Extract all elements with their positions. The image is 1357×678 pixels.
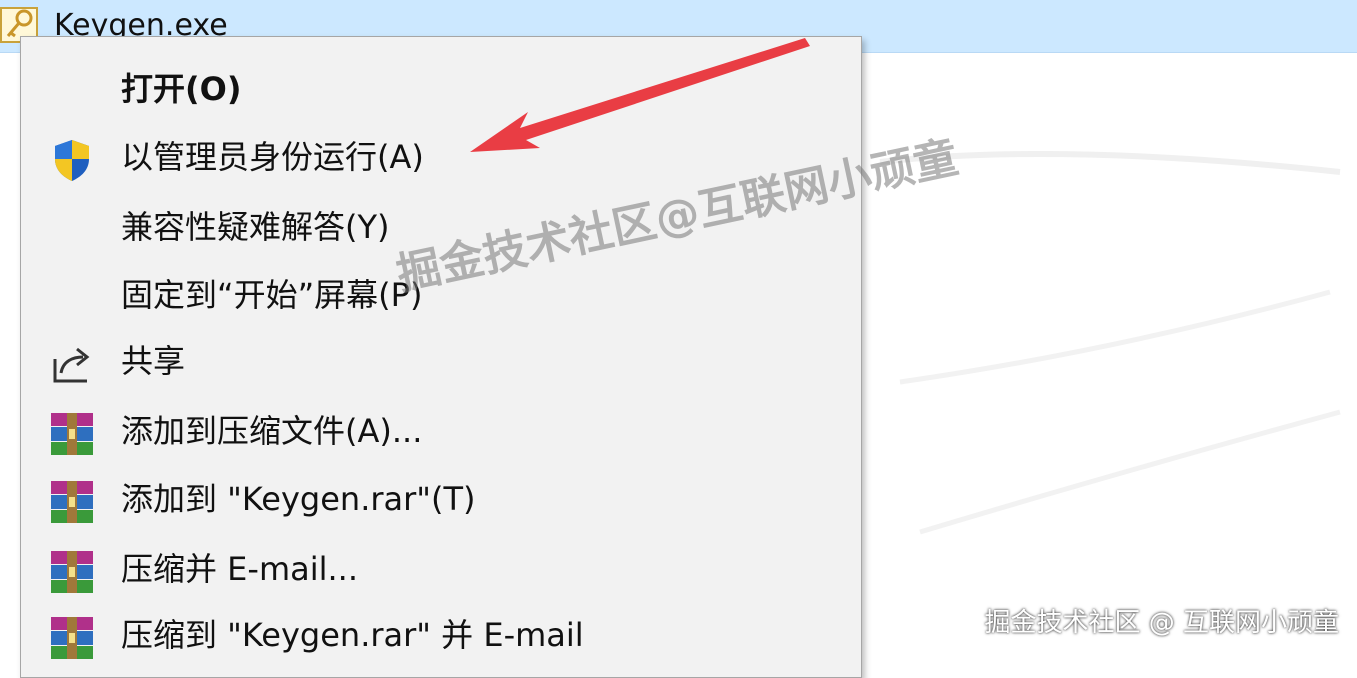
menu-item-label: 压缩到 "Keygen.rar" 并 E-mail xyxy=(121,616,584,654)
menu-item-label: 以管理员身份运行(A) xyxy=(121,138,424,176)
context-menu: 打开(O) 以管理员身份运行(A) 兼容性疑难解答(Y) 固定到“开始”屏幕(P… xyxy=(20,36,862,678)
share-icon xyxy=(53,347,90,383)
menu-item-label: 兼容性疑难解答(Y) xyxy=(121,208,390,246)
menu-item-label: 打开(O) xyxy=(121,70,242,108)
winrar-icon xyxy=(51,551,93,593)
menu-item-label: 压缩并 E-mail... xyxy=(121,550,359,588)
menu-item-compress-to-keygen-rar-and-email[interactable]: 压缩到 "Keygen.rar" 并 E-mail xyxy=(21,603,861,667)
menu-item-label: 添加到压缩文件(A)... xyxy=(121,412,423,450)
menu-item-open[interactable]: 打开(O) xyxy=(21,57,861,121)
menu-item-label: 共享 xyxy=(121,342,186,380)
menu-item-share[interactable]: 共享 xyxy=(21,329,861,393)
corner-watermark: 掘金技术社区 @ 互联网小顽童 xyxy=(984,608,1339,638)
menu-item-add-to-archive[interactable]: 添加到压缩文件(A)... xyxy=(21,399,861,463)
menu-item-add-to-keygen-rar[interactable]: 添加到 "Keygen.rar"(T) xyxy=(21,467,861,531)
winrar-icon xyxy=(51,481,93,523)
menu-item-label: 固定到“开始”屏幕(P) xyxy=(121,276,423,314)
winrar-icon xyxy=(51,413,93,455)
winrar-icon xyxy=(51,617,93,659)
menu-item-label: 添加到 "Keygen.rar"(T) xyxy=(121,480,476,518)
uac-shield-icon xyxy=(55,140,89,181)
menu-item-compress-and-email[interactable]: 压缩并 E-mail... xyxy=(21,537,861,601)
